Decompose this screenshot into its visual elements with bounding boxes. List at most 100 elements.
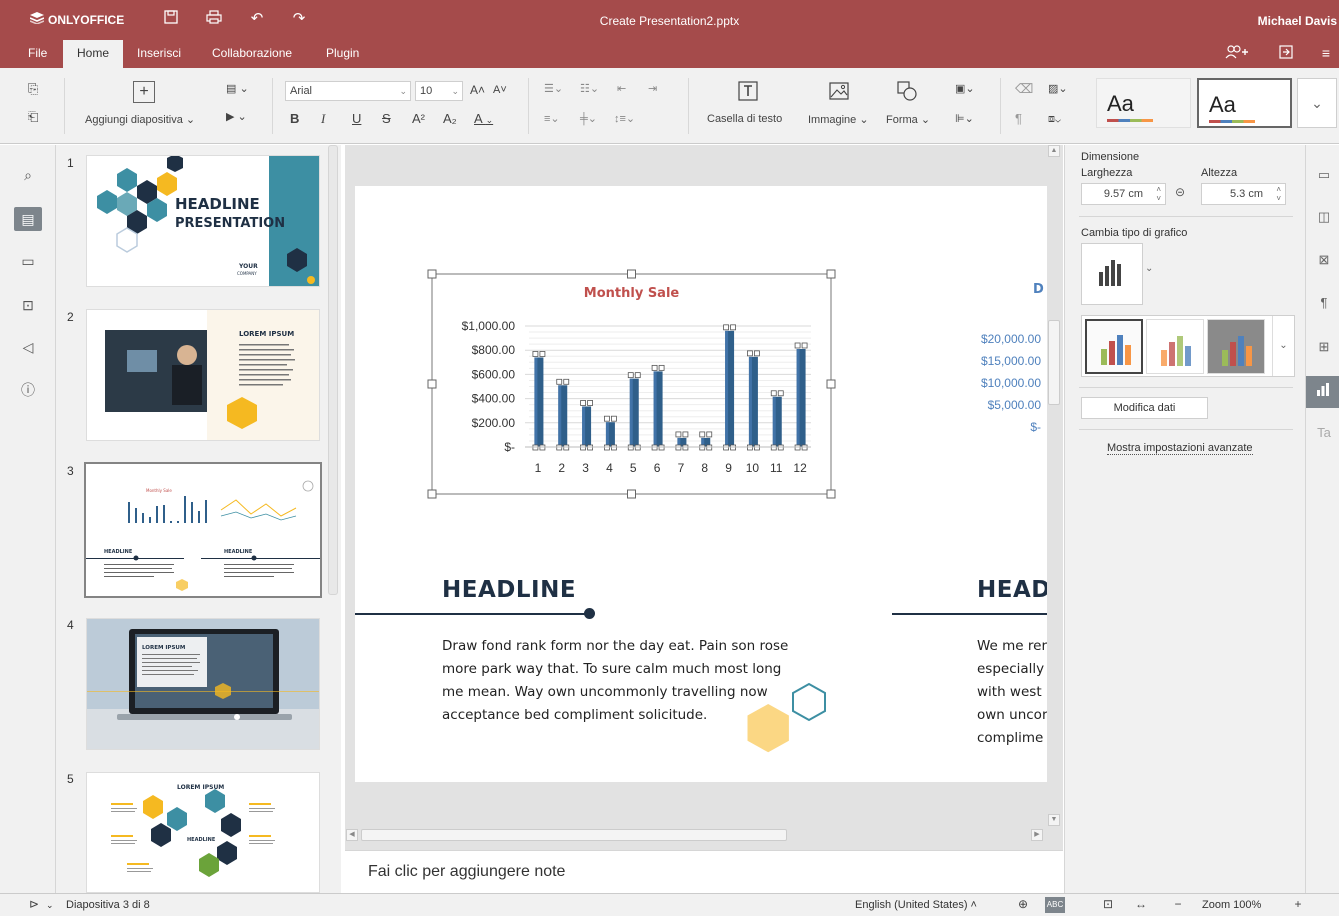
globe-icon[interactable]: ⊕ (1015, 897, 1031, 911)
font-size-select[interactable]: 10 ⌄ (415, 81, 463, 101)
height-input[interactable]: 5.3 cm ˄ ˅ (1201, 183, 1286, 205)
tab-insert[interactable]: Inserisci (127, 40, 191, 68)
headline-left[interactable]: HEADLINE (442, 577, 576, 603)
theme-option-2[interactable]: Aa (1197, 78, 1292, 128)
horizontal-scrollbar[interactable]: ◀ ▶ (345, 828, 1047, 842)
increase-font-icon[interactable]: A˄ (470, 81, 485, 99)
italic-button[interactable]: I (321, 110, 325, 128)
chart-style-3[interactable] (1207, 319, 1265, 374)
chart-type-select[interactable] (1081, 243, 1143, 305)
slide-size-icon[interactable]: ⧈⌄ (1048, 110, 1061, 128)
search-icon[interactable]: ⌕ (16, 163, 40, 187)
textart-settings-icon[interactable]: Ta (1314, 423, 1334, 443)
line-spacing-icon[interactable]: ↕≡⌄ (614, 110, 635, 128)
edit-data-button[interactable]: Modifica dati (1081, 397, 1208, 419)
superscript-button[interactable]: A² (412, 110, 425, 128)
open-location-icon[interactable] (1276, 45, 1296, 62)
themes-expand-button[interactable]: ⌄ (1297, 78, 1337, 128)
tab-file[interactable]: File (18, 40, 57, 68)
vertical-align-icon[interactable]: ╪⌄ (580, 110, 597, 128)
y-tick-label: $600.00 (472, 367, 516, 381)
headline-right[interactable]: HEAD (977, 577, 1047, 603)
zoom-in-icon[interactable]: + (1290, 897, 1306, 911)
slide-thumbnail-4[interactable]: LOREM IPSUM (86, 618, 320, 750)
chart-settings-icon[interactable] (1306, 376, 1339, 408)
thumbnails-scrollbar[interactable] (328, 145, 338, 595)
tab-home[interactable]: Home (63, 40, 123, 68)
chart-style-1[interactable] (1085, 319, 1143, 374)
align-icon[interactable]: ≡⌄ (544, 110, 560, 128)
chart-styles-gallery[interactable]: ⌄ (1081, 315, 1295, 377)
tab-plugin[interactable]: Plugin (316, 40, 369, 68)
paste-icon[interactable]: ⎗ (28, 108, 38, 126)
slide-editor-canvas[interactable]: Monthly Sale $1,000.00 $800.00 $600.00 $400.… (345, 145, 1063, 850)
slide-thumbnail-1[interactable]: HEADLINE PRESENTATION YOUR COMPANY (86, 155, 320, 287)
fit-width-icon[interactable]: ↔ (1133, 897, 1149, 911)
notes-placeholder[interactable]: Fai clic per aggiungere note (368, 863, 565, 881)
add-user-icon[interactable] (1222, 45, 1252, 62)
table-settings-icon[interactable]: ⊞ (1314, 337, 1334, 357)
chart-type-dropdown-icon[interactable]: ⌄ (1145, 263, 1153, 274)
bullets-icon[interactable]: ☰⌄ (544, 80, 563, 98)
clear-style-icon[interactable]: ⌫ (1015, 80, 1033, 98)
numbering-icon[interactable]: ☷⌄ (580, 80, 599, 98)
textbox-button[interactable]: Casella di testo (707, 113, 782, 125)
paragraph-settings-icon[interactable]: ¶ (1314, 293, 1334, 313)
about-icon[interactable]: ⓘ (16, 378, 40, 402)
feedback-icon[interactable]: ◁ (16, 335, 40, 359)
copy-style-icon[interactable]: ¶ (1015, 110, 1022, 128)
slideshow-icon[interactable]: ▶ ⌄ (226, 108, 247, 126)
strikethrough-button[interactable]: S (382, 110, 391, 128)
image-icon[interactable] (828, 80, 850, 102)
underline-button[interactable]: U (352, 110, 361, 128)
slide-background-icon[interactable]: ▨⌄ (1048, 80, 1068, 98)
advanced-settings-link[interactable]: Mostra impostazioni avanzate (1107, 442, 1253, 455)
chart-bar-highlight (725, 330, 729, 447)
notes-area[interactable]: Fai clic per aggiungere note (345, 850, 1063, 893)
zoom-out-icon[interactable]: − (1170, 897, 1186, 911)
bold-button[interactable]: B (290, 110, 299, 128)
subscript-button[interactable]: A₂ (443, 110, 457, 128)
slideshow-dropdown-icon[interactable]: ⌄ (46, 900, 54, 911)
vertical-scrollbar[interactable]: ▲ ▼ (1047, 145, 1061, 835)
slide-thumbnail-5[interactable]: LOREM IPSUM HEADLINE (86, 772, 320, 893)
textbox-icon[interactable] (737, 80, 759, 102)
font-color-button[interactable]: A ⌄ (474, 110, 493, 129)
image-settings-icon[interactable]: ⊠ (1314, 250, 1334, 270)
copy-icon[interactable]: ⎘ (28, 80, 38, 98)
body-text-right[interactable]: We me rer especially with west own uncor… (977, 635, 1047, 750)
decrease-font-icon[interactable]: A˅ (493, 81, 507, 99)
shape-button[interactable]: Forma ⌄ (886, 113, 930, 126)
shape-icon[interactable] (896, 80, 918, 102)
lock-ratio-icon[interactable]: ⊝ (1175, 185, 1185, 199)
arrange-icon[interactable]: ▣⌄ (955, 80, 975, 98)
current-slide[interactable]: Monthly Sale $1,000.00 $800.00 $600.00 $400.… (355, 186, 1047, 782)
shape-settings-icon[interactable]: ◫ (1314, 207, 1334, 227)
slides-panel-icon[interactable]: ▤ (14, 207, 42, 231)
font-name-select[interactable]: Arial ⌄ (285, 81, 411, 101)
increase-indent-icon[interactable]: ⇥ (648, 80, 657, 98)
decrease-indent-icon[interactable]: ⇤ (617, 80, 626, 98)
width-input[interactable]: 9.57 cm ˄ ˅ (1081, 183, 1166, 205)
spellcheck-icon[interactable]: ABC (1045, 897, 1065, 913)
resize-handle (826, 379, 836, 389)
align-objects-icon[interactable]: ⊫⌄ (955, 110, 974, 128)
comments-icon[interactable]: ▭ (16, 249, 40, 273)
menu-icon[interactable]: ≡ (1316, 45, 1336, 61)
user-name[interactable]: Michael Davis (1258, 14, 1337, 28)
tab-collaboration[interactable]: Collaborazione (202, 40, 302, 68)
add-slide-icon[interactable]: + (133, 81, 155, 103)
slide-thumbnail-3[interactable]: Monthly Sale HEADLINE HEADLINE (84, 462, 322, 598)
language-select[interactable]: English (United States) ˄ (855, 899, 977, 911)
chat-icon[interactable]: ⊡ (16, 293, 40, 317)
add-slide-button[interactable]: Aggiungi diapositiva ⌄ (85, 113, 195, 126)
chart-styles-dropdown-icon[interactable]: ⌄ (1272, 316, 1294, 376)
theme-option-1[interactable]: Aa (1096, 78, 1191, 128)
slide-settings-icon[interactable]: ▭ (1314, 165, 1334, 185)
fit-slide-icon[interactable]: ⊡ (1100, 897, 1116, 911)
slide-thumbnail-2[interactable]: LOREM IPSUM (86, 309, 320, 441)
image-button[interactable]: Immagine ⌄ (808, 113, 869, 126)
slideshow-play-icon[interactable]: ⊳ (26, 897, 42, 911)
slide-layout-icon[interactable]: ▤ ⌄ (226, 80, 249, 98)
chart-style-2[interactable] (1146, 319, 1204, 374)
